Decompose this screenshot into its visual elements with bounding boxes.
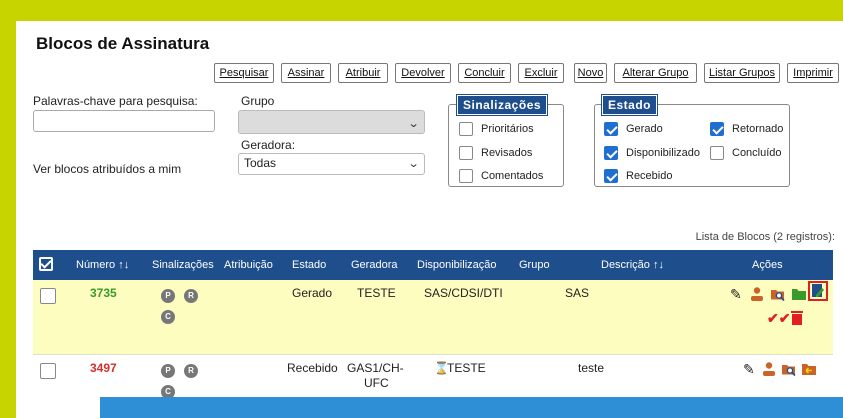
geradora-select[interactable]: Todas ⌄ — [238, 153, 425, 175]
row-descricao: SAS — [565, 286, 590, 300]
atribuir-button[interactable]: Atribuir — [338, 63, 388, 83]
keywords-input[interactable] — [33, 110, 215, 132]
check-icon[interactable]: ✔✔ — [767, 310, 790, 326]
checkbox-checked-icon — [604, 169, 618, 183]
flag-prioritario-icon: P — [161, 289, 175, 303]
gerado-label: Gerado — [626, 123, 663, 135]
row-checkbox[interactable] — [40, 288, 56, 304]
prioritarios-label: Prioritários — [481, 123, 534, 135]
chevron-down-icon: ⌄ — [407, 158, 420, 170]
search-folder-icon[interactable] — [781, 361, 797, 380]
row-geradora-line2: UFC — [364, 376, 389, 390]
row-disponibilizacao: TESTE — [447, 361, 486, 375]
revisados-label: Revisados — [481, 147, 533, 159]
header-atribuicao: Atribuição — [224, 259, 273, 271]
geradora-value: Todas — [244, 156, 277, 170]
estado-legend: Estado — [600, 94, 659, 116]
imprimir-button[interactable]: Imprimir — [787, 63, 839, 83]
pesquisar-button[interactable]: Pesquisar — [214, 63, 274, 83]
atribuidos-label[interactable]: Ver blocos atribuídos a mim — [33, 162, 181, 176]
row-disponibilizacao: SAS/CDSI/DTI — [424, 286, 503, 300]
alterar-grupo-button[interactable]: Alterar Grupo — [614, 63, 697, 83]
disponibilizado-label: Disponibilizado — [626, 147, 700, 159]
row-geradora: TESTE — [357, 286, 396, 300]
header-geradora: Geradora — [351, 259, 398, 271]
trash-icon[interactable] — [791, 310, 803, 329]
return-folder-icon[interactable] — [801, 361, 817, 380]
estado-fieldset — [594, 104, 790, 187]
bottom-left-bar — [16, 397, 100, 418]
header-estado: Estado — [292, 259, 327, 271]
assinar-button[interactable]: Assinar — [281, 63, 331, 83]
grupo-label: Grupo — [241, 94, 275, 108]
row-estado: Gerado — [292, 286, 333, 300]
header-descricao-label: Descrição — [601, 259, 650, 271]
novo-button[interactable]: Novo — [574, 63, 607, 83]
header-numero[interactable]: Número ↑↓ — [76, 259, 129, 271]
flag-revisado-icon: R — [184, 289, 198, 303]
header-descricao[interactable]: Descrição ↑↓ — [601, 259, 664, 271]
row-numero[interactable]: 3735 — [90, 286, 117, 300]
row-geradora-line1: GAS1/CH- — [347, 361, 404, 375]
geradora-label: Geradora: — [241, 138, 296, 152]
select-all-checkbox[interactable] — [39, 257, 53, 271]
table-header: Número ↑↓ Sinalizações Atribuição Estado… — [33, 250, 833, 280]
concluir-button[interactable]: Concluir — [458, 63, 511, 83]
flag-comentado-icon: C — [161, 310, 175, 324]
edit-doc-icon[interactable] — [808, 281, 828, 301]
row-estado: Recebido — [287, 361, 338, 375]
header-grupo: Grupo — [519, 259, 550, 271]
checkbox-icon — [459, 122, 473, 136]
pen-icon[interactable]: ✎ — [743, 361, 755, 377]
keywords-label: Palavras-chave para pesquisa: — [33, 94, 198, 108]
header-numero-label: Número — [76, 259, 116, 271]
sort-icon[interactable]: ↑↓ — [118, 259, 129, 271]
sinalizacoes-legend: Sinalizações — [455, 94, 549, 116]
user-icon[interactable] — [750, 286, 764, 305]
list-caption: Lista de Blocos (2 registros): — [695, 231, 835, 243]
listar-grupos-button[interactable]: Listar Grupos — [704, 63, 780, 83]
retornado-label: Retornado — [732, 123, 784, 135]
header-disponibilizacao: Disponibilização — [417, 259, 497, 271]
devolver-button[interactable]: Devolver — [395, 63, 451, 83]
page-title: Blocos de Assinatura — [36, 34, 210, 53]
main-panel: Blocos de Assinatura Pesquisar Assinar A… — [16, 21, 843, 417]
header-sinalizacoes: Sinalizações — [152, 259, 214, 271]
header-acoes: Ações — [752, 259, 783, 271]
sort-icon[interactable]: ↑↓ — [653, 259, 664, 271]
excluir-button[interactable]: Excluir — [518, 63, 564, 83]
row-numero[interactable]: 3497 — [90, 361, 117, 375]
checkbox-checked-icon — [710, 122, 724, 136]
toolbar: Pesquisar Assinar Atribuir Devolver Conc… — [16, 63, 843, 85]
pen-icon[interactable]: ✎ — [730, 286, 742, 302]
flag-revisado-icon: R — [184, 364, 198, 378]
checkbox-icon — [459, 169, 473, 183]
row-checkbox[interactable] — [40, 363, 56, 379]
recebido-label: Recebido — [626, 170, 673, 182]
checkbox-checked-icon — [604, 122, 618, 136]
folder-icon[interactable] — [791, 286, 807, 305]
flag-prioritario-icon: P — [161, 364, 175, 378]
grupo-select[interactable]: ⌄ — [238, 110, 425, 134]
concluido-label: Concluído — [732, 147, 782, 159]
checkbox-checked-icon — [604, 146, 618, 160]
chevron-down-icon: ⌄ — [407, 118, 420, 130]
comentados-label: Comentados — [481, 170, 544, 182]
checkbox-icon — [459, 146, 473, 160]
bottom-bar — [100, 397, 843, 418]
search-folder-icon[interactable] — [770, 286, 786, 305]
row-descricao: teste — [578, 361, 605, 375]
user-icon[interactable] — [762, 361, 776, 380]
checkbox-icon — [710, 146, 724, 160]
table-row: 3735 P R C Gerado TESTE SAS/CDSI/DTI SAS… — [33, 280, 833, 355]
